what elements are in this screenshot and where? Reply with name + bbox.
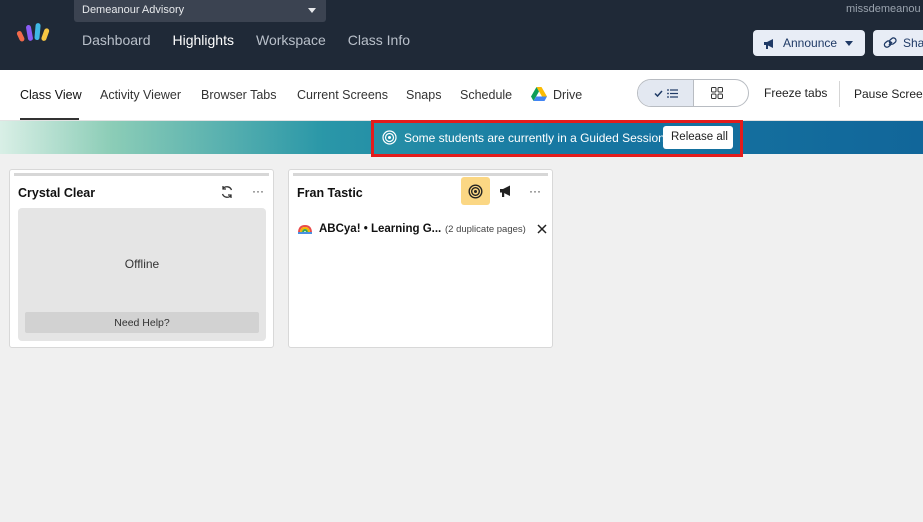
class-selector[interactable]: Demeanour Advisory (74, 0, 326, 22)
screen-preview: Offline Need Help? (18, 208, 266, 341)
offline-status: Offline (124, 257, 160, 271)
tab-snaps[interactable]: Snaps (406, 88, 441, 102)
nav-workspace[interactable]: Workspace (256, 32, 326, 48)
list-view-button[interactable] (638, 80, 694, 106)
grid-icon (711, 87, 723, 99)
grid-view-button[interactable] (695, 80, 748, 106)
card-status-bar (14, 173, 269, 176)
view-toggle (637, 79, 749, 107)
freeze-tabs-button[interactable]: Freeze tabs (764, 86, 827, 100)
top-bar: Demeanour Advisory Dashboard Highlights … (0, 0, 923, 70)
pause-screens-button[interactable]: Pause Screer (854, 87, 923, 101)
duplicate-pages-note: (2 duplicate pages) (445, 224, 526, 235)
need-help-button[interactable]: Need Help? (25, 312, 259, 333)
student-name: Crystal Clear (18, 186, 96, 200)
active-tab-indicator (20, 118, 79, 120)
chevron-down-icon (308, 8, 316, 13)
tab-drive[interactable]: Drive (553, 88, 582, 102)
link-icon (883, 37, 897, 48)
list-check-icon (654, 89, 678, 98)
logo-icon[interactable] (16, 22, 54, 46)
chevron-down-icon (845, 41, 853, 46)
top-nav: Dashboard Highlights Workspace Class Inf… (82, 32, 432, 48)
card-status-bar (293, 173, 548, 176)
student-card[interactable]: Fran Tastic ··· ABCya! • Learning G... (… (288, 169, 553, 348)
divider (839, 81, 840, 107)
guided-session-button[interactable] (461, 177, 490, 205)
share-label: Sha (903, 36, 923, 50)
nav-highlights[interactable]: Highlights (173, 32, 234, 48)
more-icon[interactable]: ··· (252, 184, 264, 198)
announce-label: Announce (783, 36, 838, 50)
tab-browser-tabs[interactable]: Browser Tabs (201, 88, 277, 102)
open-tab-item[interactable]: ABCya! • Learning G... (2 duplicate page… (297, 222, 547, 238)
close-icon[interactable] (537, 224, 547, 234)
megaphone-icon (764, 39, 773, 49)
nav-class-info[interactable]: Class Info (348, 32, 410, 48)
need-help-label: Need Help? (114, 317, 170, 329)
tab-current-screens[interactable]: Current Screens (297, 88, 388, 102)
tab-activity-viewer[interactable]: Activity Viewer (100, 88, 181, 102)
student-card[interactable]: Crystal Clear ··· Offline Need Help? (9, 169, 274, 348)
announce-button[interactable]: Announce (753, 30, 865, 56)
class-selector-label: Demeanour Advisory (82, 4, 185, 16)
megaphone-icon[interactable] (499, 185, 513, 197)
abcya-favicon-icon (298, 224, 312, 234)
tab-schedule[interactable]: Schedule (460, 88, 512, 102)
student-name: Fran Tastic (297, 186, 363, 200)
target-icon (468, 184, 483, 199)
refresh-icon[interactable] (220, 185, 234, 199)
highlight-annotation (371, 120, 743, 157)
share-button[interactable]: Sha (873, 30, 923, 56)
tab-class-view[interactable]: Class View (20, 88, 82, 102)
more-icon[interactable]: ··· (529, 184, 541, 198)
user-email[interactable]: missdemeanou (846, 3, 923, 15)
nav-dashboard[interactable]: Dashboard (82, 32, 151, 48)
drive-icon (531, 87, 547, 101)
view-tabs: Class View Activity Viewer Browser Tabs … (0, 70, 923, 121)
open-tab-title: ABCya! • Learning G... (319, 223, 442, 235)
